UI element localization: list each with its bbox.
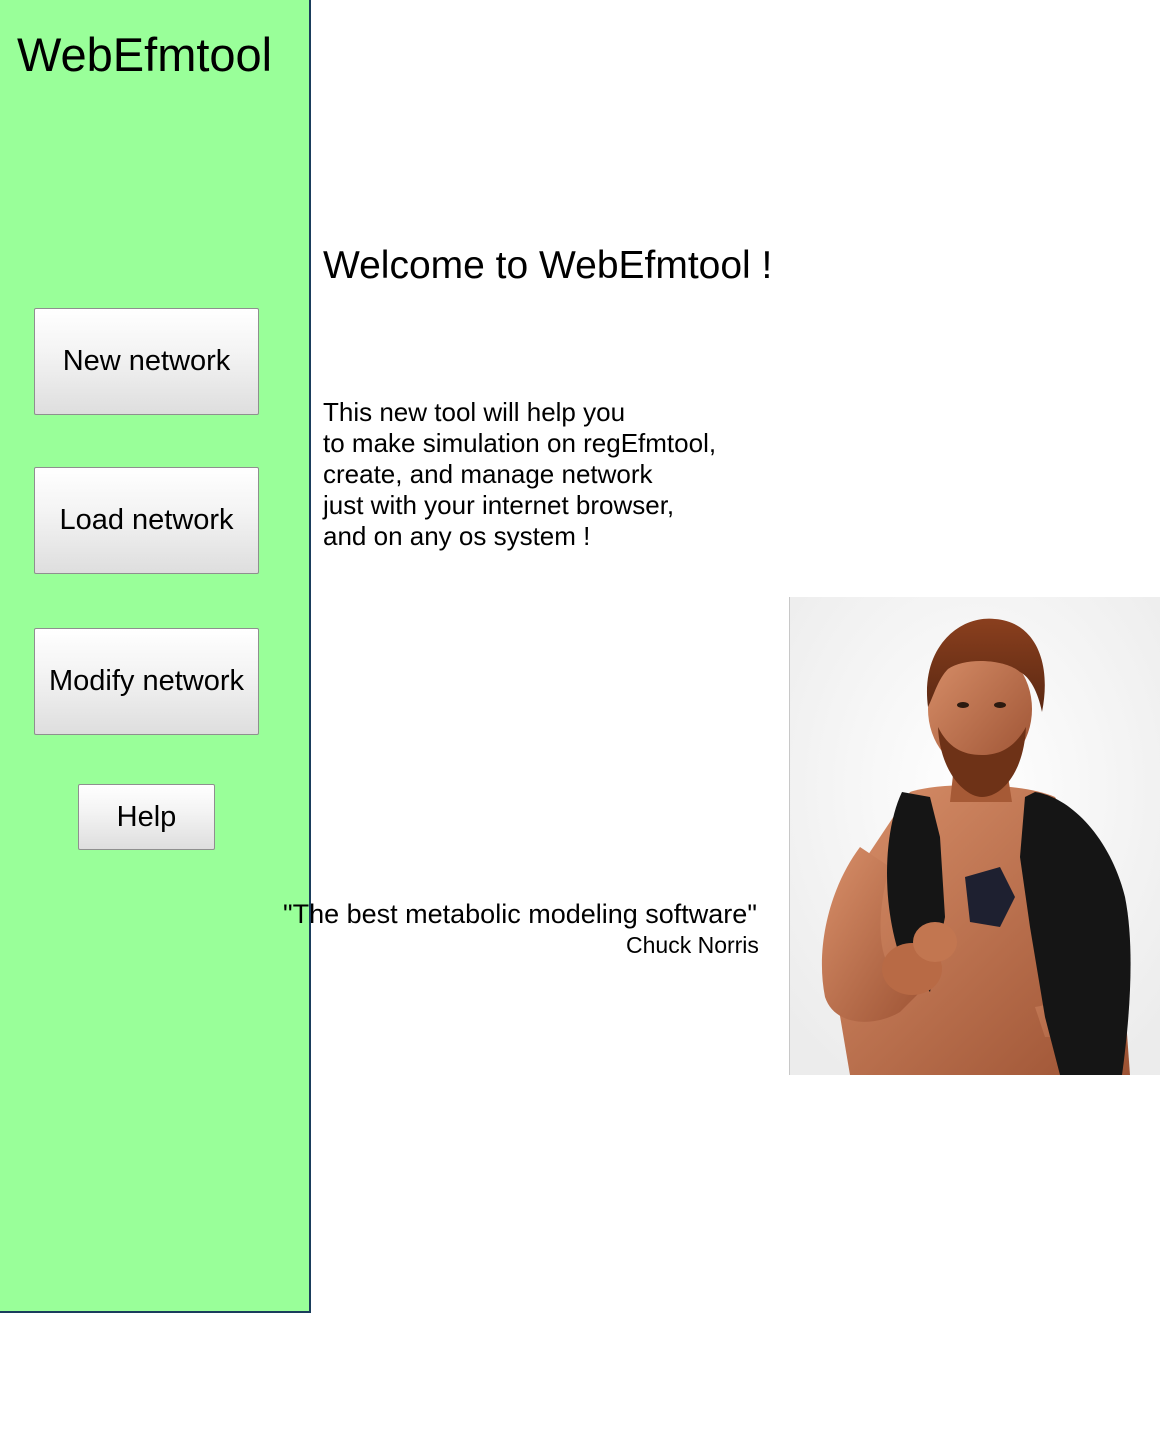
modify-network-button[interactable]: Modify network <box>34 628 259 735</box>
app-title: WebEfmtool <box>17 28 273 81</box>
testimonial-quote: "The best metabolic modeling software" <box>283 899 757 929</box>
intro-line: create, and manage network <box>323 459 653 489</box>
testimonial-author: Chuck Norris <box>626 932 759 958</box>
intro-line: and on any os system ! <box>323 521 591 551</box>
sidebar: WebEfmtool New network Load network Modi… <box>0 0 311 1313</box>
intro-line: just with your internet browser, <box>323 490 675 520</box>
endorser-photo <box>789 597 1160 1075</box>
intro-line: to make simulation on regEfmtool, <box>323 428 717 458</box>
intro-line: This new tool will help you <box>323 397 626 427</box>
new-network-button[interactable]: New network <box>34 308 259 415</box>
help-button[interactable]: Help <box>78 784 215 850</box>
welcome-heading: Welcome to WebEfmtool ! <box>323 244 773 287</box>
load-network-button[interactable]: Load network <box>34 467 259 574</box>
intro-text: This new tool will help you to make simu… <box>323 397 716 552</box>
